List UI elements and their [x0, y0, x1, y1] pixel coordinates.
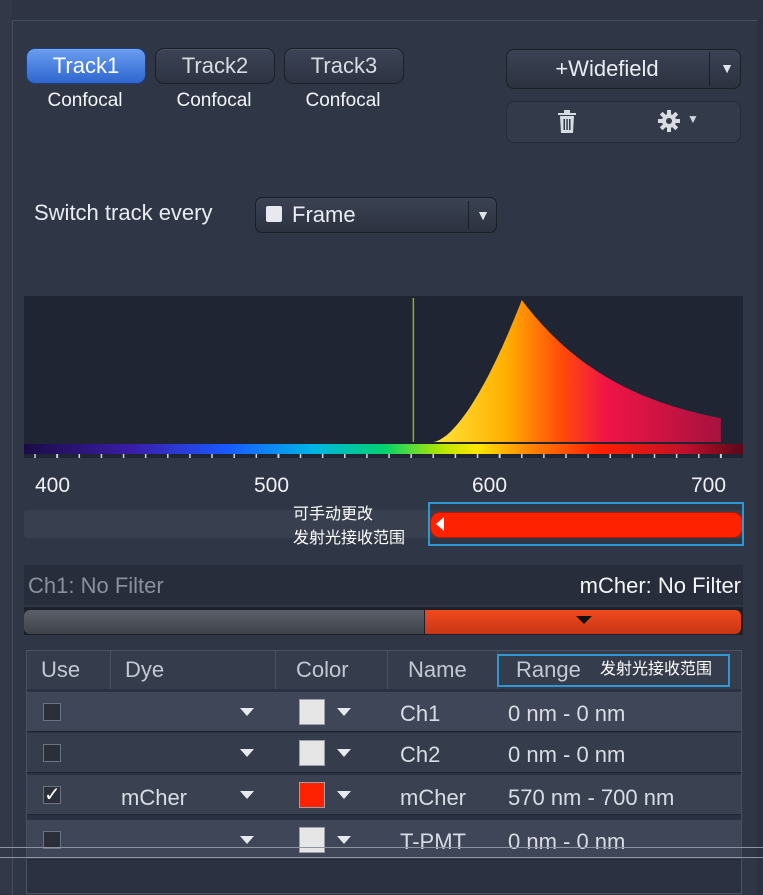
wavelength-rainbow-bar: [24, 444, 743, 454]
track2-mode-label: Confocal: [176, 90, 252, 111]
annotation-highlight-box: [428, 502, 744, 546]
annotation-text: 发射光接收范围: [600, 661, 713, 678]
filter-marker-icon[interactable]: [576, 616, 592, 624]
window-top-border: [12, 0, 763, 20]
mcher-filter-label: mCher: No Filter: [579, 573, 741, 598]
track1-mode-label: Confocal: [47, 90, 123, 111]
button-divider: [709, 52, 710, 86]
channel-name-cell: Ch1: [400, 701, 441, 726]
switch-track-value: Frame: [292, 202, 356, 227]
use-checkbox[interactable]: [43, 703, 61, 721]
overlay-line: [0, 857, 763, 858]
track1-button[interactable]: Track1: [26, 48, 146, 84]
table-row[interactable]: ✓ mCher mCher 570 nm - 700 nm: [27, 775, 741, 815]
range-cell: 570 nm - 700 nm: [508, 785, 675, 810]
color-dropdown-icon[interactable]: [337, 708, 351, 716]
axis-tick-label: 500: [254, 474, 290, 497]
annotation-text: 可手动更改: [293, 506, 374, 523]
range-cell: 0 nm - 0 nm: [508, 829, 626, 854]
dye-dropdown-icon[interactable]: [240, 791, 254, 799]
color-dropdown-icon[interactable]: [337, 836, 351, 844]
ch1-filter-segment[interactable]: [24, 610, 424, 634]
trash-icon[interactable]: [557, 110, 577, 134]
add-widefield-button[interactable]: +Widefield ▼: [506, 49, 741, 89]
track3-mode-label: Confocal: [305, 90, 381, 111]
color-swatch[interactable]: [299, 699, 325, 725]
switch-track-dropdown[interactable]: Frame ▼: [255, 197, 497, 233]
dye-cell: mCher: [121, 785, 188, 810]
color-swatch[interactable]: [299, 782, 325, 808]
range-cell: 0 nm - 0 nm: [508, 701, 626, 726]
column-header-name[interactable]: Name: [388, 651, 498, 689]
column-header-dye[interactable]: Dye: [111, 651, 276, 689]
dye-dropdown-icon[interactable]: [240, 708, 254, 716]
use-checkbox[interactable]: [43, 744, 61, 762]
track2-button[interactable]: Track2: [155, 48, 275, 84]
settings-caret-icon[interactable]: ▼: [687, 112, 699, 126]
window-left-border: [0, 0, 12, 894]
axis-tick-label: 700: [691, 474, 727, 497]
gear-icon[interactable]: [657, 109, 681, 133]
channel-name-cell: mCher: [400, 785, 467, 810]
add-widefield-label: +Widefield: [555, 56, 659, 81]
ch1-filter-label: Ch1: No Filter: [28, 573, 164, 598]
axis-tick-label: 600: [472, 474, 508, 497]
dye-dropdown-icon[interactable]: [240, 836, 254, 844]
frame-checkbox[interactable]: [266, 206, 282, 222]
column-header-color[interactable]: Color: [276, 651, 388, 689]
switch-track-label: Switch track every: [34, 200, 213, 225]
color-dropdown-icon[interactable]: [337, 749, 351, 757]
annotation-text: 发射光接收范围: [293, 530, 406, 547]
chevron-down-icon[interactable]: ▼: [472, 198, 494, 232]
overlay-line: [0, 847, 763, 848]
chevron-down-icon[interactable]: ▼: [717, 58, 737, 78]
track3-button[interactable]: Track3: [284, 48, 404, 84]
channel-name-cell: T-PMT: [400, 829, 466, 854]
dye-dropdown-icon[interactable]: [240, 749, 254, 757]
use-checkbox[interactable]: ✓: [43, 785, 61, 805]
color-dropdown-icon[interactable]: [337, 791, 351, 799]
table-row[interactable]: T-PMT 0 nm - 0 nm: [27, 820, 741, 860]
axis-ticks: [34, 454, 722, 458]
dropdown-divider: [468, 201, 469, 229]
track-toolbar: ▼: [506, 101, 741, 143]
color-swatch[interactable]: [299, 740, 325, 766]
emission-curve: [433, 300, 721, 442]
table-row[interactable]: Ch1 0 nm - 0 nm: [27, 692, 741, 732]
axis-tick-label: 400: [35, 474, 71, 497]
range-cell: 0 nm - 0 nm: [508, 742, 626, 767]
table-row[interactable]: Ch2 0 nm - 0 nm: [27, 733, 741, 773]
column-header-use[interactable]: Use: [27, 651, 111, 689]
emission-spectrum-view: [24, 296, 743, 458]
color-swatch[interactable]: [299, 827, 325, 853]
channel-name-cell: Ch2: [400, 742, 441, 767]
